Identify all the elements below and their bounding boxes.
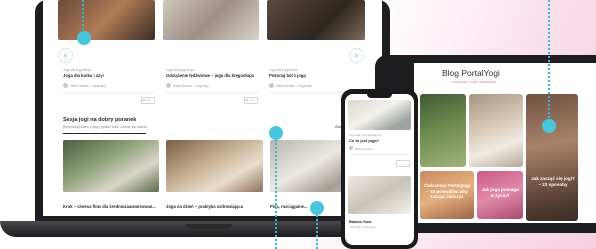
section-underline xyxy=(63,133,146,134)
annotation-marker xyxy=(77,31,91,45)
annotation-line xyxy=(275,140,277,249)
card-category: Joga dla kręgosłupa xyxy=(63,68,92,72)
section-title: Sesja jogi na dobry poranek xyxy=(63,117,137,123)
blog-screen: Blog PortalYogi Inspiracje z jogi i uważ… xyxy=(414,63,596,223)
duration-badge xyxy=(396,160,410,167)
blog-tile-text: Ćwiczenia Portalyogi – 10 powodów, aby z… xyxy=(424,183,470,200)
duration-label: 18 min xyxy=(142,97,151,102)
course-card-image[interactable] xyxy=(58,0,155,40)
phone-notch xyxy=(367,94,392,98)
divider xyxy=(63,92,155,93)
card-title[interactable]: Odciążenie lędźwiowe – joga dla kręgosłu… xyxy=(166,73,254,78)
annotation-marker xyxy=(310,201,324,215)
avatar xyxy=(63,83,68,88)
phone-card-author: Marta Nowak xyxy=(355,146,373,151)
carousel-next-button[interactable]: › xyxy=(349,48,364,63)
blog-post-tile[interactable]: Jak zacząć się jogi? – 22 sposoby xyxy=(526,94,578,221)
chevron-left-icon: ‹ xyxy=(64,50,67,60)
blog-post-tile[interactable]: Jak joga pomaga w życiu? xyxy=(477,171,523,219)
blog-post-tile[interactable] xyxy=(420,94,466,167)
phone-card-category: Joga dla równowagi xyxy=(349,225,376,229)
course-card-image[interactable] xyxy=(163,0,259,40)
laptop-notch xyxy=(186,224,232,229)
phone-card-category: Joga dla początkujących xyxy=(349,133,382,137)
phone-card-title[interactable]: Co to jest joga? xyxy=(349,138,379,143)
annotation-marker xyxy=(542,119,556,133)
avatar xyxy=(349,146,353,150)
section-subtitle: Rozpocznij dzień z jogą, wydłuż ciało i … xyxy=(63,125,148,129)
chevron-right-icon: › xyxy=(355,50,358,60)
video-card-title[interactable]: Krok – cheesa flow dla średniozaawansowa… xyxy=(63,204,156,209)
duration-label: 25 min xyxy=(245,97,254,102)
video-card-image[interactable] xyxy=(166,140,263,192)
card-title[interactable]: Joga dla karku i szyi xyxy=(63,73,104,78)
phone-card-title[interactable]: Balans flow xyxy=(349,219,371,224)
card-category: Joga dla kręgosłupa xyxy=(269,68,298,72)
card-author: Marta Nowak · Kręgosłup xyxy=(70,84,106,88)
phone-card-image[interactable] xyxy=(348,100,411,130)
annotation-line xyxy=(82,0,84,30)
blog-tile-text: Jak zacząć się jogi? – 22 sposoby xyxy=(531,176,575,187)
divider xyxy=(166,92,258,93)
avatar xyxy=(269,83,274,88)
carousel-prev-button[interactable]: ‹ xyxy=(58,48,73,63)
avatar xyxy=(166,83,171,88)
card-author: Marta Nowak · Kręgosłup xyxy=(173,84,209,88)
blog-title: Blog PortalYogi xyxy=(442,68,500,78)
blog-post-tile[interactable]: Ćwiczenia Portalyogi – 10 powodów, aby z… xyxy=(420,171,474,219)
annotation-line xyxy=(548,0,550,118)
laptop-screen: ‹ › Joga dla kręgosłupa Joga dla karku i… xyxy=(43,0,382,216)
course-card-image[interactable] xyxy=(267,0,365,40)
blog-tile-text: Jak joga pomaga w życiu? xyxy=(481,187,519,198)
annotation-marker xyxy=(269,126,283,140)
card-category: Joga dla kręgosłupa xyxy=(166,68,195,72)
blog-post-tile[interactable] xyxy=(469,94,523,167)
annotation-line xyxy=(316,215,318,249)
phone-card-image[interactable] xyxy=(348,176,411,214)
blog-subtitle: Inspiracje z jogi i uważności xyxy=(452,80,497,84)
card-author: Marta Nowak · Kręgosłup xyxy=(276,84,312,88)
phone-screen: Joga dla początkujących Co to jest joga?… xyxy=(345,94,414,245)
card-title[interactable]: Pokonaj ból z jogą xyxy=(269,73,306,78)
video-card-image[interactable] xyxy=(63,140,159,192)
video-card-title[interactable]: Joga na dzień – praktyka ozdrowiająca xyxy=(166,204,243,209)
divider xyxy=(349,154,410,155)
